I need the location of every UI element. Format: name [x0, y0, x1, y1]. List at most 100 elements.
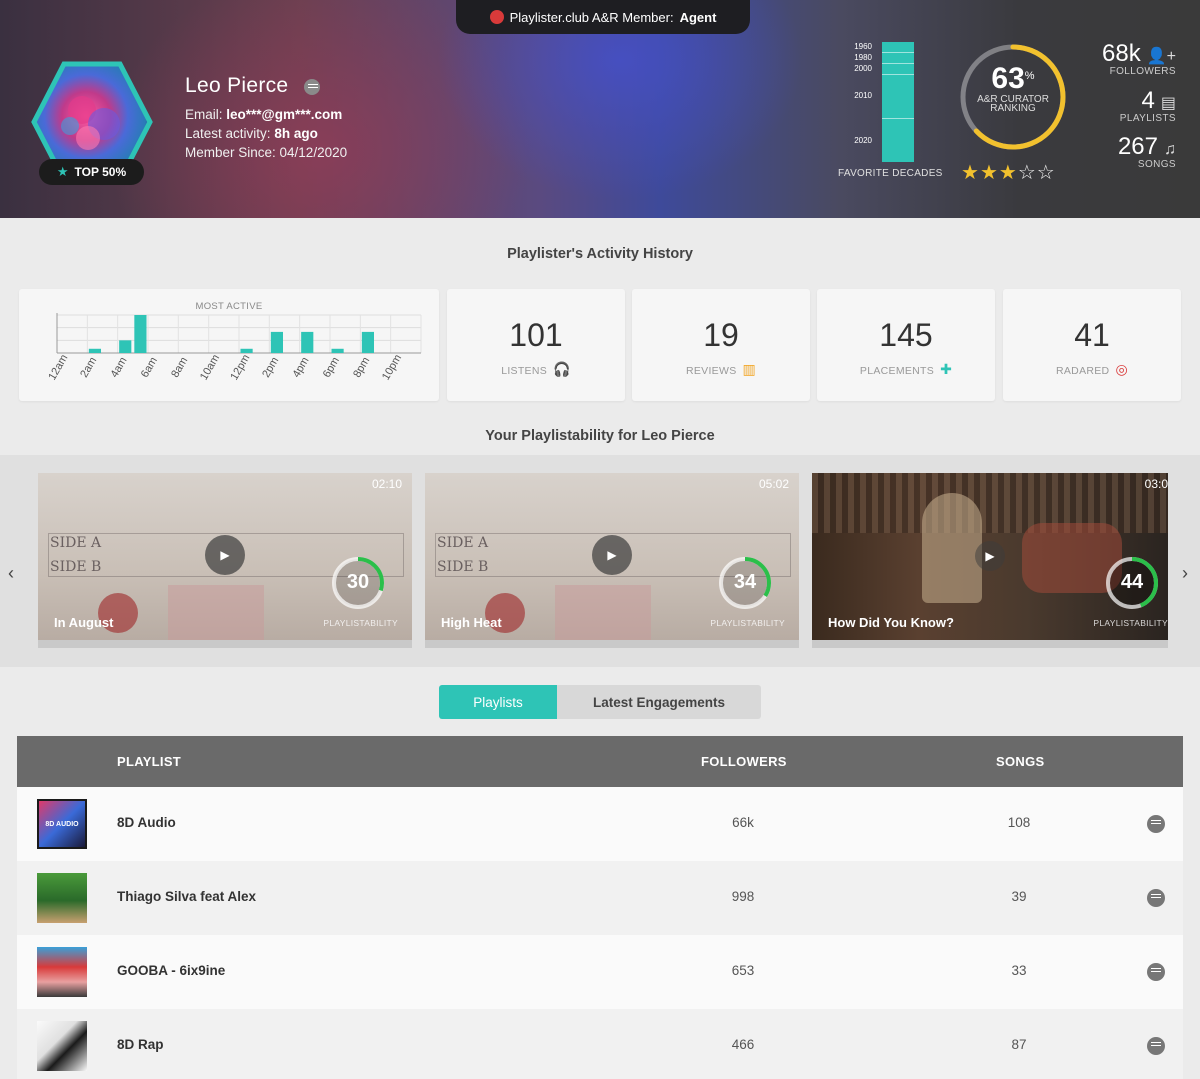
playlist-songs: 87	[1011, 1037, 1027, 1052]
activity-title: Playlister's Activity History	[507, 246, 693, 262]
tab-latest-engagements[interactable]: Latest Engagements	[557, 685, 761, 719]
activity-bar[interactable]	[88, 348, 101, 353]
column-songs[interactable]: SONGS	[996, 754, 1044, 769]
playlist-name[interactable]: 8D Rap	[117, 1037, 164, 1052]
playlist-followers: 653	[731, 963, 755, 978]
hour-tick-label: 12pm	[228, 353, 252, 383]
rating-stars: ★ ★ ★ ☆ ☆	[961, 160, 1055, 185]
track-card-how-did-you-know[interactable]: 03:0 ▶ 44 How Did You Know? PLAYLISTABIL…	[812, 473, 1168, 648]
star-filled-icon: ★	[979, 162, 998, 184]
hour-tick-label: 8pm	[351, 355, 372, 380]
star-filled-icon: ★	[961, 162, 979, 184]
column-playlist[interactable]: PLAYLIST	[117, 754, 181, 769]
followers-stat: 68k 👤+ FOLLOWERS	[1102, 40, 1176, 77]
pin-plus-icon: ✚	[940, 361, 953, 377]
decade-label: 1980	[854, 53, 872, 62]
track-title: How Did You Know?	[828, 615, 954, 630]
track-duration: 05:02	[758, 477, 789, 491]
hour-tick-label: 4am	[109, 355, 130, 380]
star-filled-icon: ★	[998, 162, 1017, 184]
table-row[interactable]: GOOBA - 6ix9ine 653 33	[17, 935, 1183, 1009]
followers-label: FOLLOWERS	[1109, 66, 1176, 77]
activity-value: 8h ago	[274, 126, 318, 141]
playlistability-score: 34	[733, 571, 757, 593]
playlist-name[interactable]: 8D Audio	[117, 815, 176, 830]
play-button[interactable]: ▶	[205, 535, 245, 575]
playlists-stat: 4 ▤ PLAYLISTS	[1120, 87, 1176, 124]
playlist-followers: 66k	[732, 815, 754, 830]
playlist-followers: 998	[731, 889, 755, 904]
track-title: In August	[54, 615, 114, 630]
profile-header: Playlister.club A&R Member: Agent ★ TOP …	[0, 0, 1200, 218]
member-badge-prefix: Playlister.club A&R Member:	[509, 9, 674, 25]
table-row[interactable]: 8D Rap 466 87	[17, 1009, 1183, 1079]
track-card-in-august[interactable]: SIDE A SIDE B 02:10 ▶ 30 In August PLAYL…	[38, 473, 412, 648]
activity-bar[interactable]	[134, 315, 147, 353]
playlists-table: PLAYLIST FOLLOWERS SONGS 8D AUDIO 8D Aud…	[17, 736, 1183, 1079]
radared-value: 41	[1074, 317, 1110, 353]
thumbnail-text: 8D AUDIO	[45, 820, 79, 828]
hour-tick-label: 8am	[169, 355, 190, 380]
metric-placements[interactable]: 145 PLACEMENTS ✚	[817, 289, 995, 401]
activity-bar[interactable]	[361, 331, 374, 353]
decade-label: 2020	[854, 136, 872, 145]
metric-reviews[interactable]: 19 REVIEWS ▥	[632, 289, 810, 401]
add-user-icon: 👤+	[1146, 48, 1176, 65]
metric-listens[interactable]: 101 LISTENS 🎧	[447, 289, 625, 401]
playlistability-score: 30	[346, 571, 370, 593]
playlist-songs: 39	[1011, 889, 1027, 904]
playlist-name[interactable]: GOOBA - 6ix9ine	[117, 963, 225, 978]
play-button[interactable]: ▶	[975, 541, 1005, 571]
track-title: High Heat	[441, 615, 502, 630]
activity-bar[interactable]	[240, 348, 253, 353]
tab-playlists[interactable]: Playlists	[439, 685, 557, 719]
activity-bar[interactable]	[270, 331, 283, 353]
email-line: Email: leo***@gm***.com	[185, 107, 342, 122]
hour-tick-label: 2pm	[260, 355, 281, 380]
playlist-name[interactable]: Thiago Silva feat Alex	[117, 889, 256, 904]
hour-tick-label: 10pm	[380, 353, 404, 383]
track-duration: 02:10	[371, 477, 402, 491]
column-followers[interactable]: FOLLOWERS	[701, 754, 787, 769]
metric-radared[interactable]: 41 RADARED ◎	[1003, 289, 1181, 401]
ranking-caption-2: RANKING	[990, 103, 1036, 114]
table-row[interactable]: Thiago Silva feat Alex 998 39	[17, 861, 1183, 935]
playlist-thumbnail	[37, 1021, 87, 1071]
activity-bar[interactable]	[119, 340, 132, 353]
most-active-chart: 12am 2am 4am 6am 8am 10am 12pm 2pm 4pm 6pm 8pm 10pm	[46, 313, 422, 383]
activity-bar[interactable]	[301, 331, 314, 353]
playlistability-title: Your Playlistability for Leo Pierce	[485, 428, 715, 444]
bar-chart-icon: ▥	[742, 361, 757, 377]
decade-label: 2010	[854, 91, 872, 100]
favorite-decades-chart: 1960 1980 2000 2010 2020	[836, 40, 946, 185]
activity-label: Latest activity:	[185, 126, 271, 141]
reviews-label: REVIEWS	[685, 365, 737, 377]
spotify-icon[interactable]	[304, 79, 320, 95]
playlist-thumbnail	[37, 873, 87, 923]
tier-badge: ★ TOP 50%	[39, 159, 144, 185]
email-value: leo***@gm***.com	[226, 107, 343, 122]
spotify-icon[interactable]	[1147, 1037, 1165, 1055]
spotify-icon[interactable]	[1147, 889, 1165, 907]
table-row[interactable]: 8D AUDIO 8D Audio 66k 108	[17, 787, 1183, 861]
headphones-icon: 🎧	[553, 361, 571, 377]
playlist-followers: 466	[731, 1037, 755, 1052]
most-active-chart-card: MOST ACTIVE 12am 2am 4am 6am 8am 10am 12pm 2pm 4…	[19, 289, 439, 401]
chevron-left-icon[interactable]: ‹	[8, 563, 14, 584]
spotify-icon[interactable]	[1147, 963, 1165, 981]
track-card-high-heat[interactable]: SIDE A SIDE B 05:02 ▶ 34 High Heat PLAYL…	[425, 473, 799, 648]
chevron-right-icon[interactable]: ›	[1182, 563, 1188, 584]
ranking-text: 63% A&R CURATOR RANKING	[958, 62, 1068, 114]
play-button[interactable]: ▶	[592, 535, 632, 575]
email-label: Email:	[185, 107, 223, 122]
hour-tick-label: 2am	[78, 355, 99, 380]
activity-bar[interactable]	[331, 348, 344, 353]
decade-label: 1960	[854, 42, 872, 51]
listens-value: 101	[509, 317, 563, 353]
followers-count: 68k	[1102, 40, 1141, 67]
star-empty-icon: ☆	[1036, 162, 1055, 184]
placements-value: 145	[879, 317, 933, 353]
spotify-icon[interactable]	[1147, 815, 1165, 833]
ar-logo-icon	[489, 10, 504, 24]
songs-stat: 267 ♫ SONGS	[1118, 133, 1176, 170]
